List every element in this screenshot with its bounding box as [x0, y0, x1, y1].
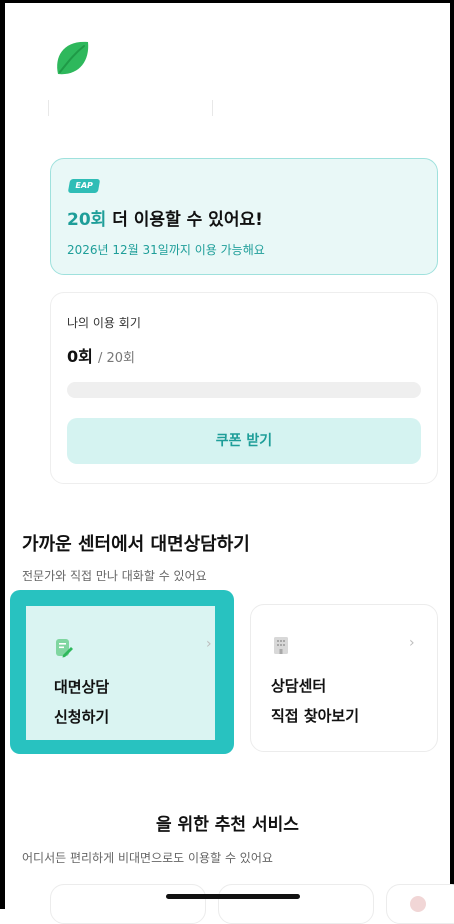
eap-remaining-card[interactable]: EAP 20회 더 이용할 수 있어요! 2026년 12월 31일까지 이용 … [50, 158, 438, 275]
screen-frame-top [0, 0, 454, 3]
get-coupon-button[interactable]: 쿠폰 받기 [67, 418, 421, 464]
memo-pencil-icon [56, 639, 73, 658]
eap-badge: EAP [67, 179, 101, 193]
offline-section-title: 가까운 센터에서 대면상담하기 [22, 534, 250, 555]
remaining-count: 20회 [67, 210, 107, 230]
home-indicator[interactable] [166, 894, 300, 899]
service-card[interactable] [218, 884, 374, 924]
card-label-line1: 대면상담 [54, 678, 110, 696]
card-label-line1: 상담센터 [271, 677, 327, 695]
recommend-section-title: 을 위한 추천 서비스 [156, 815, 299, 835]
apply-offline-counseling-card[interactable]: › 대면상담 신청하기 [26, 606, 215, 740]
header-divider [48, 100, 49, 116]
building-icon [274, 637, 288, 654]
usage-count: 0회 / 20회 [67, 343, 135, 367]
service-card[interactable] [50, 884, 206, 924]
recommend-section-subtitle: 어디서든 편리하게 비대면으로도 이용할 수 있어요 [22, 851, 273, 865]
service-icon [410, 896, 426, 912]
total-sessions: / 20회 [97, 351, 135, 366]
header-divider [212, 100, 213, 116]
card-label-line2: 신청하기 [54, 708, 110, 726]
chevron-right-icon: › [206, 636, 212, 652]
usage-progress-bar [67, 382, 421, 398]
find-counseling-center-card[interactable]: › 상담센터 직접 찾아보기 [250, 604, 438, 752]
remaining-text: 더 이용할 수 있어요! [106, 210, 263, 230]
usage-card: 나의 이용 회기 0회 / 20회 쿠폰 받기 [50, 292, 438, 484]
card-label-line2: 직접 찾아보기 [271, 707, 360, 725]
usage-label: 나의 이용 회기 [67, 316, 141, 330]
used-sessions: 0회 [67, 347, 93, 366]
offline-section-subtitle: 전문가와 직접 만나 대화할 수 있어요 [22, 569, 207, 583]
eap-remaining-title: 20회 더 이용할 수 있어요! [67, 205, 263, 230]
leaf-logo-icon [57, 41, 89, 75]
screen-frame-left [0, 0, 5, 909]
chevron-right-icon: › [409, 635, 415, 651]
screen-frame-right [450, 0, 454, 909]
eap-expiry-text: 2026년 12월 31일까지 이용 가능해요 [67, 243, 265, 257]
